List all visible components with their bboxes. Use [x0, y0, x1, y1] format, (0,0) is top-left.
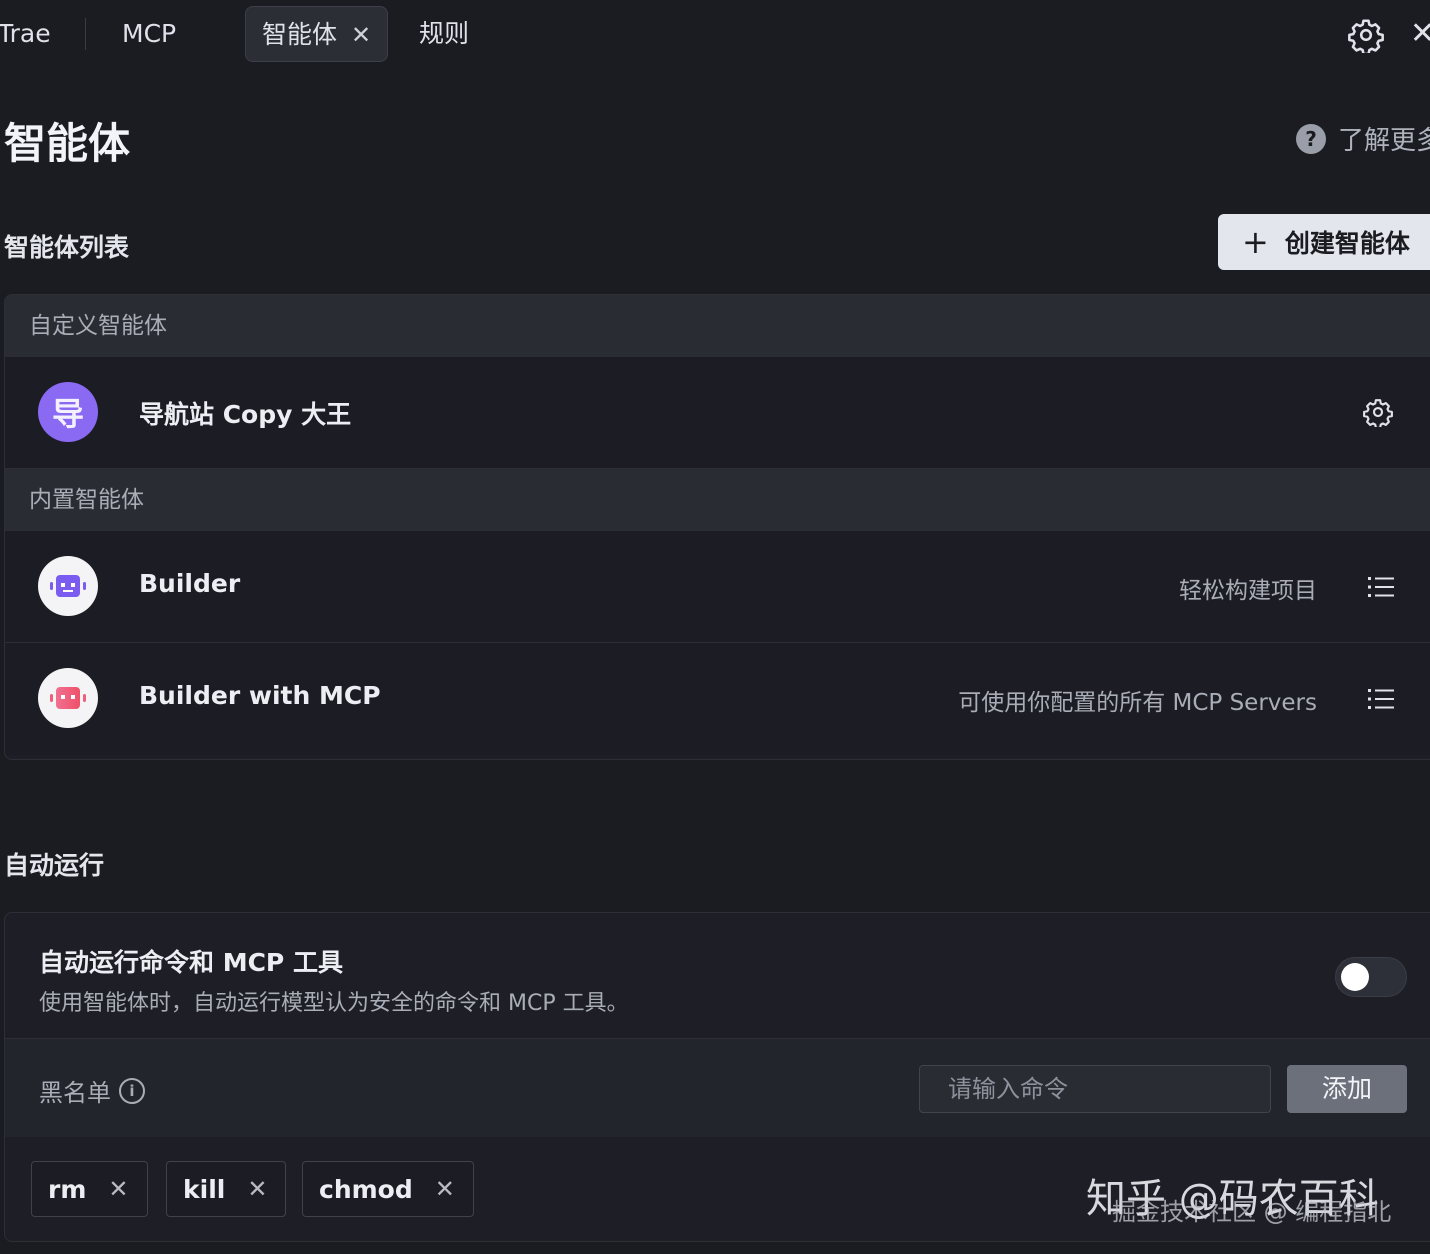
list-icon[interactable] [1367, 685, 1395, 713]
chip-remove-icon[interactable]: ✕ [435, 1175, 455, 1203]
chip-label: kill [183, 1174, 226, 1204]
agent-row-builder-mcp[interactable]: Builder with MCP 可使用你配置的所有 MCP Servers [5, 643, 1430, 755]
agent-description: 可使用你配置的所有 MCP Servers [958, 690, 1317, 716]
agent-avatar: 导 [38, 382, 98, 442]
create-agent-label: 创建智能体 [1284, 229, 1410, 258]
tab-mcp[interactable]: MCP [122, 6, 176, 62]
list-icon[interactable] [1367, 573, 1395, 601]
agent-list-panel: 自定义智能体 导 导航站 Copy 大王 内置智能体 Builder 轻松构建项… [4, 294, 1430, 760]
agent-row-custom[interactable]: 导 导航站 Copy 大王 [5, 357, 1430, 469]
agent-name: Builder with MCP [139, 681, 381, 710]
agent-name: Builder [139, 569, 241, 598]
tab-trae[interactable]: Trae [0, 6, 51, 62]
agent-list-title: 智能体列表 [4, 233, 130, 262]
command-chip: chmod ✕ [302, 1161, 474, 1217]
custom-agents-header: 自定义智能体 [5, 295, 1430, 357]
robot-avatar-icon [38, 556, 98, 616]
window-close-icon[interactable]: ✕ [1410, 16, 1430, 51]
chip-label: chmod [319, 1174, 413, 1204]
chip-remove-icon[interactable]: ✕ [247, 1175, 267, 1203]
auto-run-toggle[interactable] [1335, 957, 1407, 997]
agent-row-builder[interactable]: Builder 轻松构建项目 [5, 531, 1430, 643]
tab-bar: Trae MCP 智能体 ✕ 规则 ✕ [0, 0, 1430, 70]
watermark-sub: 掘金技术社区 @ 编程指北 [1112, 1198, 1392, 1226]
tab-rules[interactable]: 规则 [419, 6, 469, 62]
chip-remove-icon[interactable]: ✕ [108, 1175, 128, 1203]
agent-description: 轻松构建项目 [1179, 578, 1317, 604]
chip-label: rm [48, 1174, 87, 1204]
create-agent-button[interactable]: + 创建智能体 [1218, 214, 1430, 270]
page-title: 智能体 [4, 119, 131, 168]
plus-icon: + [1242, 223, 1269, 261]
auto-run-title: 自动运行 [4, 851, 105, 880]
info-icon[interactable]: i [119, 1077, 145, 1104]
auto-run-setting-description: 使用智能体时，自动运行模型认为安全的命令和 MCP 工具。 [39, 991, 629, 1016]
builtin-agents-header: 内置智能体 [5, 469, 1430, 531]
command-input[interactable] [919, 1065, 1271, 1113]
help-icon: ? [1296, 123, 1326, 154]
tab-close-icon[interactable]: ✕ [351, 21, 371, 49]
auto-run-setting-title: 自动运行命令和 MCP 工具 [39, 948, 343, 977]
command-chip: rm ✕ [31, 1161, 148, 1217]
robot-avatar-icon [38, 668, 98, 728]
blacklist-label-group: 黑名单 i [39, 1073, 145, 1108]
toggle-knob [1341, 963, 1369, 991]
blacklist-label: 黑名单 [39, 1079, 111, 1107]
tab-divider [85, 18, 86, 50]
agent-name: 导航站 Copy 大王 [139, 400, 352, 429]
settings-gear-icon[interactable] [1348, 17, 1384, 53]
learn-more-label: 了解更多 [1338, 126, 1430, 156]
auto-run-setting: 自动运行命令和 MCP 工具 使用智能体时，自动运行模型认为安全的命令和 MCP… [5, 913, 1430, 1039]
tab-agents[interactable]: 智能体 ✕ [245, 6, 389, 62]
blacklist-row: 黑名单 i 添加 [5, 1039, 1430, 1137]
agent-settings-gear-icon[interactable] [1363, 397, 1393, 427]
learn-more-link[interactable]: ? 了解更多 [1296, 120, 1430, 157]
add-command-button[interactable]: 添加 [1287, 1065, 1407, 1113]
command-chip: kill ✕ [166, 1161, 287, 1217]
